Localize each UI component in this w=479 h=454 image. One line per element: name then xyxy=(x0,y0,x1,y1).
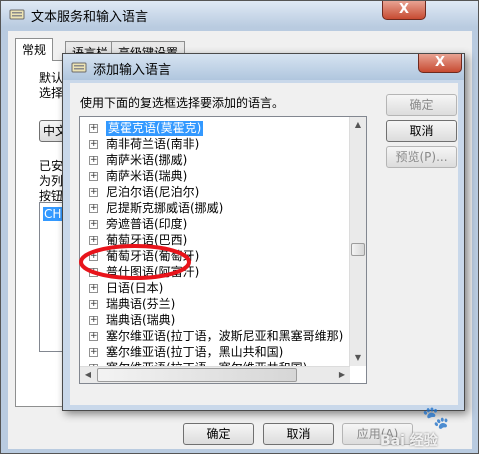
keyboard-icon xyxy=(9,7,25,21)
horizontal-scroll-thumb[interactable] xyxy=(97,368,297,382)
language-item[interactable]: + 日语(日本) xyxy=(80,281,340,296)
dialog-close-button[interactable]: X xyxy=(418,54,462,73)
language-list[interactable]: + 莫霍克语(莫霍克) + 南非荷兰语(南非) + 南萨米语(挪威) + 南萨米语(瑞典) + 尼… xyxy=(79,116,367,384)
language-label: 南非荷兰语(南非) xyxy=(106,137,200,151)
language-item[interactable]: + 葡萄牙语(葡萄牙) xyxy=(80,249,340,264)
language-label: 旁遮普语(印度) xyxy=(106,217,188,231)
language-item[interactable]: + 尼提斯克挪威语(挪威) xyxy=(80,201,340,216)
language-label: 瑞典语(芬兰) xyxy=(106,297,176,311)
expand-plus-icon[interactable]: + xyxy=(89,220,98,229)
scroll-left-arrow[interactable]: ◀ xyxy=(80,367,96,383)
instruction-text: 使用下面的复选框选择要添加的语言。 xyxy=(80,96,285,110)
language-item[interactable]: + 瑞典语(芬兰) xyxy=(80,297,340,312)
language-label: 普什图语(阿富汗) xyxy=(106,265,200,279)
dialog-cancel-button[interactable]: 取消 xyxy=(386,120,457,142)
horizontal-scrollbar[interactable]: ◀ ▶ xyxy=(80,366,350,383)
expand-plus-icon[interactable]: + xyxy=(89,140,98,149)
language-label: 瑞典语(瑞典) xyxy=(106,313,176,327)
language-item[interactable]: + 葡萄牙语(巴西) xyxy=(80,233,340,248)
expand-plus-icon[interactable]: + xyxy=(89,252,98,261)
language-item[interactable]: + 塞尔维亚语(拉丁语，黑山共和国) xyxy=(80,345,340,360)
window-close-button[interactable]: X xyxy=(382,1,426,20)
language-item[interactable]: + 旁遮普语(印度) xyxy=(80,217,340,232)
language-label: 尼泊尔语(尼泊尔) xyxy=(106,185,200,199)
language-label: 南萨米语(瑞典) xyxy=(106,169,188,183)
language-item[interactable]: + 南萨米语(瑞典) xyxy=(80,169,340,184)
vertical-scroll-thumb[interactable] xyxy=(351,243,365,256)
language-item[interactable]: + 塞尔维亚语(拉丁语，波斯尼亚和黑塞哥维那) xyxy=(80,329,344,344)
language-label: 尼提斯克挪威语(挪威) xyxy=(106,201,224,215)
expand-plus-icon[interactable]: + xyxy=(89,300,98,309)
expand-plus-icon[interactable]: + xyxy=(89,332,98,341)
select-text: 选择 xyxy=(39,86,64,100)
language-label: 葡萄牙语(葡萄牙) xyxy=(106,249,200,263)
language-label: 塞尔维亚语(拉丁语，波斯尼亚和黑塞哥维那) xyxy=(106,329,344,343)
language-item[interactable]: + 尼泊尔语(尼泊尔) xyxy=(80,185,340,200)
tab-general[interactable]: 常规 xyxy=(15,38,54,61)
vertical-scrollbar[interactable]: ▲ ▼ xyxy=(349,117,366,366)
expand-plus-icon[interactable]: + xyxy=(89,156,98,165)
keyboard-icon xyxy=(71,60,87,74)
scroll-down-arrow[interactable]: ▼ xyxy=(350,350,366,366)
language-label: 塞尔维亚语(拉丁语，黑山共和国) xyxy=(106,345,284,359)
cancel-button[interactable]: 取消 xyxy=(263,423,334,445)
language-item[interactable]: + 莫霍克语(莫霍克) xyxy=(80,121,340,136)
expand-plus-icon[interactable]: + xyxy=(89,316,98,325)
expand-plus-icon[interactable]: + xyxy=(89,172,98,181)
dialog-titlebar: 添加输入语言 xyxy=(63,54,464,80)
language-item[interactable]: + 南非荷兰语(南非) xyxy=(80,137,340,152)
language-item[interactable]: + 瑞典语(瑞典) xyxy=(80,313,340,328)
language-label: 莫霍克语(莫霍克) xyxy=(106,121,204,136)
expand-plus-icon[interactable]: + xyxy=(89,204,98,213)
dialog-title: 添加输入语言 xyxy=(93,63,172,78)
language-item[interactable]: + 南萨米语(挪威) xyxy=(80,153,340,168)
dialog-ok-button[interactable]: 确定 xyxy=(386,94,457,116)
expand-plus-icon[interactable]: + xyxy=(89,124,98,133)
scroll-up-arrow[interactable]: ▲ xyxy=(350,117,366,133)
ok-button[interactable]: 确定 xyxy=(183,423,254,445)
list-item-ch[interactable]: CH xyxy=(43,207,63,221)
expand-plus-icon[interactable]: + xyxy=(89,348,98,357)
scroll-right-arrow[interactable]: ▶ xyxy=(334,367,350,383)
preview-button[interactable]: 预览(P)... xyxy=(386,146,457,168)
language-item[interactable]: + 普什图语(阿富汗) xyxy=(80,265,340,280)
window-title: 文本服务和输入语言 xyxy=(31,10,149,25)
expand-plus-icon[interactable]: + xyxy=(89,268,98,277)
expand-plus-icon[interactable]: + xyxy=(89,188,98,197)
language-label: 日语(日本) xyxy=(106,281,164,295)
apply-button[interactable]: 应用(A) xyxy=(342,423,413,445)
language-label: 葡萄牙语(巴西) xyxy=(106,233,188,247)
language-label: 南萨米语(挪威) xyxy=(106,153,188,167)
expand-plus-icon[interactable]: + xyxy=(89,236,98,245)
expand-plus-icon[interactable]: + xyxy=(89,284,98,293)
